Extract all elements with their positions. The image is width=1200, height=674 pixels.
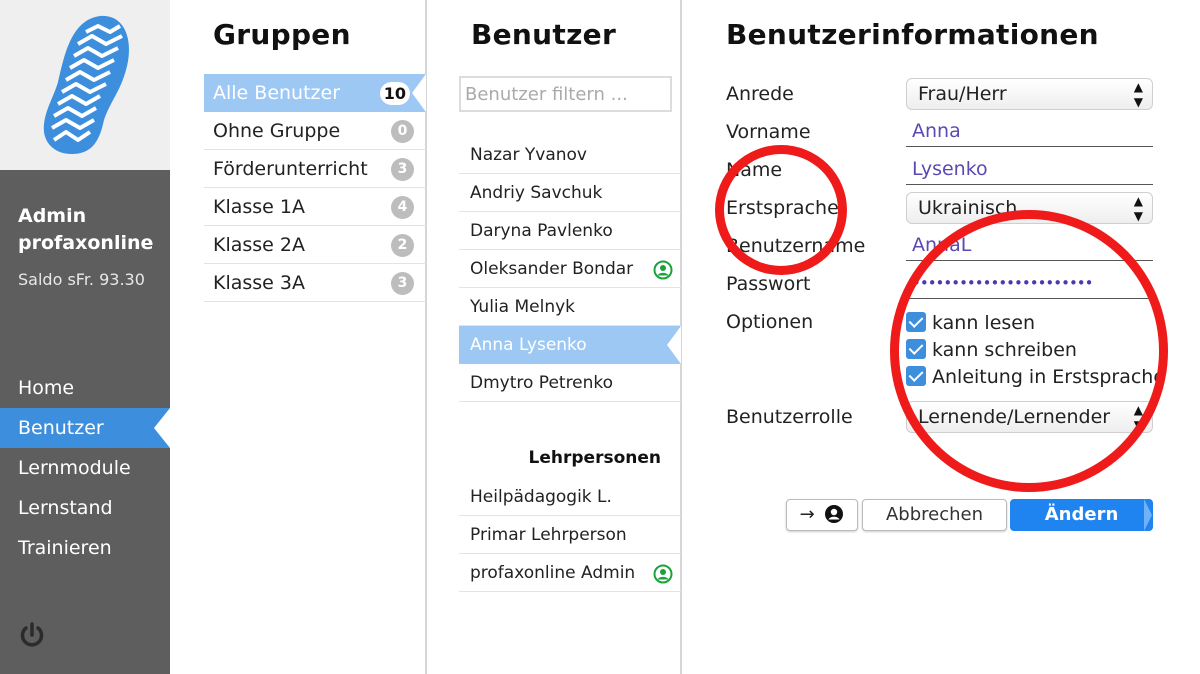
group-label: Alle Benutzer [213, 82, 341, 104]
select-arrows-icon: ▲ ▼ [1133, 403, 1143, 432]
online-user-icon [653, 260, 673, 280]
group-item-klasse-3a[interactable]: Klasse 3A 3 [204, 264, 426, 302]
checkbox-checked-icon[interactable] [906, 366, 926, 386]
group-label: Ohne Gruppe [213, 120, 341, 142]
main-nav: Home Benutzer Lernmodule Lernstand Train… [0, 368, 170, 568]
user-label: Oleksander Bondar [470, 259, 634, 279]
option-instructions-native[interactable]: Anleitung in Erstsprache [906, 366, 1165, 388]
teachers-list: Heilpädagogik L. Primar Lehrperson profa… [459, 478, 681, 592]
user-item[interactable]: Daryna Pavlenko [459, 212, 681, 250]
sidebar: Admin profaxonline Saldo sFr. 93.30 Home… [0, 0, 170, 674]
group-item-foerderunterricht[interactable]: Förderunterricht 3 [204, 150, 426, 188]
online-user-icon [653, 564, 673, 584]
language-label: Erstsprache [726, 197, 839, 219]
group-count-badge: 10 [379, 82, 410, 105]
group-label: Klasse 3A [213, 272, 305, 294]
salutation-value: Frau/Herr [918, 83, 1007, 105]
user-item[interactable]: Andriy Savchuk [459, 174, 681, 212]
nav-item-trainieren[interactable]: Trainieren [0, 528, 170, 568]
groups-list: Alle Benutzer 10 Ohne Gruppe 0 Förderunt… [204, 74, 426, 302]
username-label: Benutzername [726, 235, 866, 257]
user-item[interactable]: Oleksander Bondar [459, 250, 681, 288]
select-arrows-icon: ▲ ▼ [1133, 194, 1143, 223]
teacher-label: profaxonline Admin [470, 563, 636, 583]
arrow-right-icon: → [799, 504, 815, 525]
firstname-label: Vorname [726, 121, 811, 143]
nav-item-benutzer[interactable]: Benutzer [0, 408, 170, 448]
teacher-item[interactable]: Primar Lehrperson [459, 516, 681, 554]
options-label: Optionen [726, 311, 814, 333]
teachers-section-title: Lehrpersonen [528, 448, 661, 468]
user-item-selected[interactable]: Anna Lysenko [459, 326, 681, 364]
nav-item-lernstand[interactable]: Lernstand [0, 488, 170, 528]
option-can-read[interactable]: kann lesen [906, 312, 1035, 334]
users-list: Nazar Yvanov Andriy Savchuk Daryna Pavle… [459, 136, 681, 402]
option-label: Anleitung in Erstsprache [932, 366, 1166, 388]
option-can-write[interactable]: kann schreiben [906, 339, 1077, 361]
nav-item-home[interactable]: Home [0, 368, 170, 408]
language-select[interactable]: Ukrainisch ▲ ▼ [906, 192, 1153, 224]
language-value: Ukrainisch [918, 197, 1018, 219]
group-label: Klasse 1A [213, 196, 305, 218]
name-label: Name [726, 159, 783, 181]
group-item-ohne-gruppe[interactable]: Ohne Gruppe 0 [204, 112, 426, 150]
change-button[interactable]: Ändern [1010, 499, 1153, 531]
assign-user-button[interactable]: → [786, 499, 858, 531]
user-filter-input[interactable] [459, 76, 672, 112]
firstname-field[interactable]: Anna [906, 117, 1153, 147]
nav-item-lernmodule[interactable]: Lernmodule [0, 448, 170, 488]
select-arrows-icon: ▲ ▼ [1133, 80, 1143, 109]
user-info-title: Benutzerinformationen [726, 18, 1099, 51]
account-balance: Saldo sFr. 93.30 [18, 270, 145, 289]
group-count-badge: 4 [391, 196, 414, 219]
name-field[interactable]: Lysenko [906, 155, 1153, 185]
group-count-badge: 0 [391, 120, 414, 143]
group-label: Klasse 2A [213, 234, 305, 256]
group-label: Förderunterricht [213, 158, 368, 180]
users-title: Benutzer [471, 18, 617, 51]
group-count-badge: 2 [391, 234, 414, 257]
salutation-select[interactable]: Frau/Herr ▲ ▼ [906, 78, 1153, 110]
shoe-sole-logo-icon [43, 15, 129, 154]
user-item[interactable]: Yulia Melnyk [459, 288, 681, 326]
user-name-line1: Admin [18, 205, 87, 227]
teacher-item[interactable]: profaxonline Admin [459, 554, 681, 592]
power-icon[interactable] [18, 621, 46, 649]
user-name-line2: profaxonline [18, 232, 154, 254]
teacher-item[interactable]: Heilpädagogik L. [459, 478, 681, 516]
groups-title: Gruppen [213, 18, 351, 51]
group-item-alle-benutzer[interactable]: Alle Benutzer 10 [204, 74, 426, 112]
password-field[interactable]: ••••••••••••••••••••••• [906, 269, 1153, 299]
logo-area [0, 0, 170, 170]
salutation-label: Anrede [726, 83, 794, 105]
option-label: kann lesen [932, 312, 1036, 334]
role-select[interactable]: Lernende/Lernender ▲ ▼ [906, 401, 1153, 433]
user-item[interactable]: Nazar Yvanov [459, 136, 681, 174]
option-label: kann schreiben [932, 339, 1077, 361]
checkbox-checked-icon[interactable] [906, 312, 926, 332]
group-count-badge: 3 [391, 272, 414, 295]
group-item-klasse-2a[interactable]: Klasse 2A 2 [204, 226, 426, 264]
cancel-button[interactable]: Abbrechen [862, 499, 1007, 531]
current-user-name: Admin profaxonline [18, 203, 153, 257]
user-item[interactable]: Dmytro Petrenko [459, 364, 681, 402]
group-count-badge: 3 [391, 158, 414, 181]
checkbox-checked-icon[interactable] [906, 339, 926, 359]
user-icon [825, 505, 844, 523]
role-label: Benutzerrolle [726, 406, 853, 428]
username-field[interactable]: AnnaL [906, 231, 1153, 261]
role-value: Lernende/Lernender [918, 406, 1111, 428]
group-item-klasse-1a[interactable]: Klasse 1A 4 [204, 188, 426, 226]
password-label: Passwort [726, 273, 811, 295]
